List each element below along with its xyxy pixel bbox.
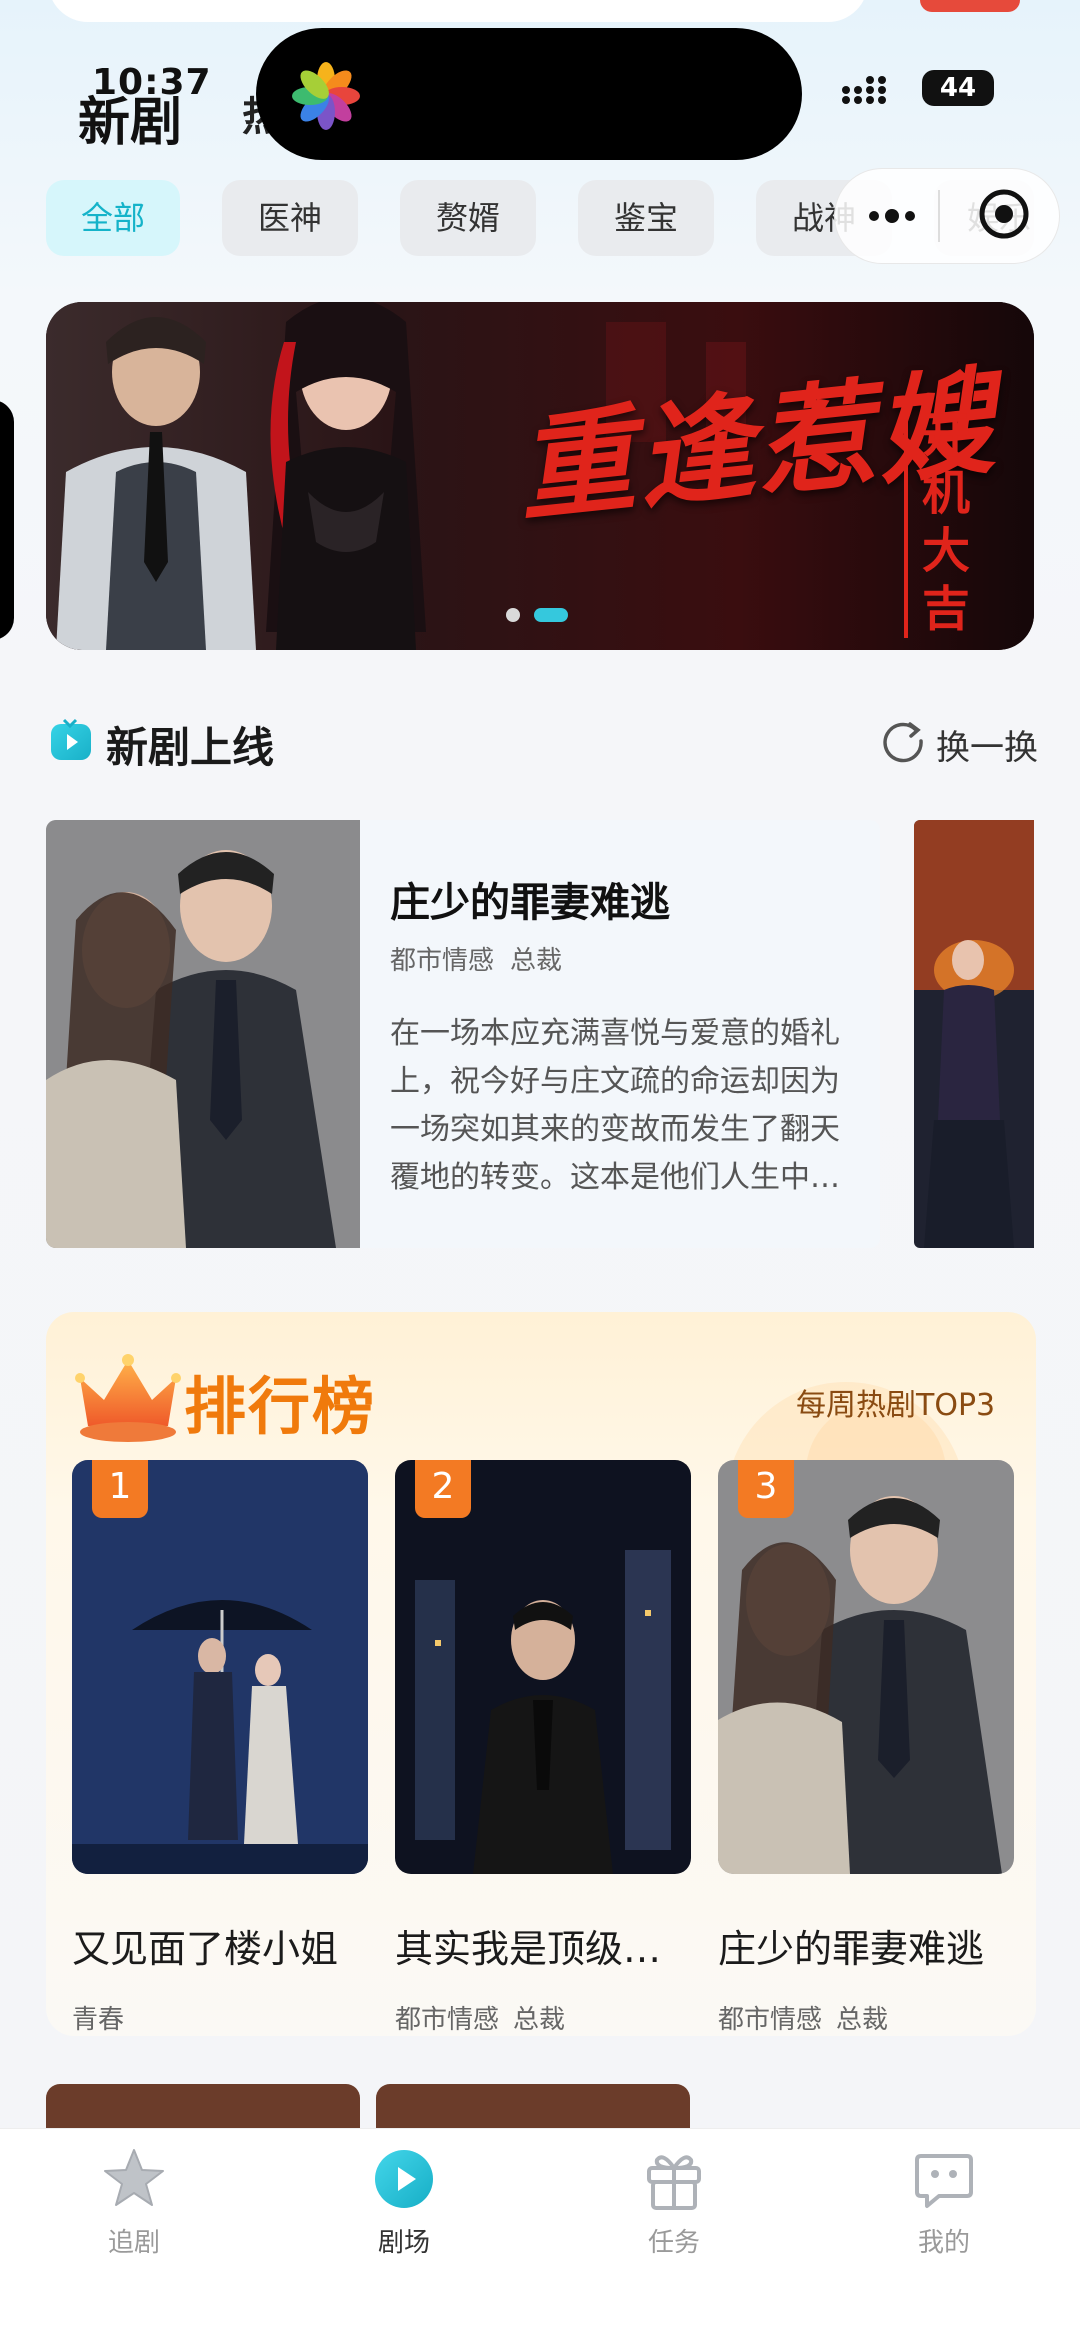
drama-poster[interactable]: 1 (72, 1460, 368, 1874)
ranking-card[interactable]: 3 庄少的罪妻难逃 都市情感 总裁 (718, 1460, 1014, 2036)
search-bar-edge (48, 0, 868, 22)
tab-profile[interactable]: 我的 (844, 2144, 1044, 2259)
tag: 总裁 (836, 2005, 889, 2035)
drama-poster[interactable]: 2 (395, 1460, 691, 1874)
page-title[interactable]: 新剧 (78, 80, 182, 155)
ranking-title: 排行榜 (184, 1370, 377, 1443)
drama-tags: 都市情感 总裁 (390, 940, 578, 977)
next-drama-poster[interactable] (914, 820, 1034, 1248)
crown-icon (75, 1354, 181, 1442)
battery-icon: 44 (922, 70, 994, 106)
tag: 总裁 (513, 2005, 566, 2035)
drama-tags: 都市情感 总裁 (718, 1999, 1014, 2036)
tab-label: 剧场 (377, 2228, 430, 2258)
tag: 都市情感 (718, 2005, 823, 2035)
category-chip[interactable]: 鉴宝 (578, 180, 714, 256)
drama-title: 庄少的罪妻难逃 (718, 1927, 985, 1971)
tag: 总裁 (510, 946, 563, 976)
rank-badge: 2 (415, 1460, 471, 1518)
drama-poster[interactable] (46, 820, 360, 1248)
drama-description: 在一场本应充满喜悦与爱意的婚礼上，祝今好与庄文疏的命运却因为一场突如其来的变故而… (390, 1016, 840, 1195)
tab-tasks[interactable]: 任务 (574, 2144, 774, 2259)
star-icon (104, 2149, 164, 2206)
category-chip[interactable]: 全部 (46, 180, 180, 256)
tag: 都市情感 (395, 2005, 500, 2035)
edge-overlay (0, 400, 14, 640)
category-chip[interactable]: 医神 (222, 180, 358, 256)
banner[interactable]: 重逢惹嫂 开机大吉 (46, 302, 1034, 650)
gift-icon[interactable] (920, 0, 1020, 12)
rank-badge: 3 (738, 1460, 794, 1518)
drama-poster[interactable]: 3 (718, 1460, 1014, 1874)
refresh-button[interactable]: 换一换 (936, 720, 1038, 769)
banner-subtitle: 开机大吉 (904, 406, 1014, 638)
tab-label: 任务 (647, 2228, 700, 2258)
photos-app-icon (292, 62, 360, 130)
more-icon[interactable] (862, 196, 922, 236)
drama-tags: 都市情感 总裁 (395, 1999, 691, 2036)
ranking-card[interactable]: 2 其实我是顶级大佬 都市情感 总裁 (395, 1460, 691, 2036)
drama-title: 又见面了楼小姐 (72, 1927, 339, 1971)
tab-follow[interactable]: 追剧 (34, 2144, 234, 2259)
category-chip[interactable]: 赘婿 (400, 180, 536, 256)
close-miniapp-icon[interactable] (976, 186, 1032, 242)
carousel-dot (506, 608, 520, 622)
tag: 青春 (72, 2005, 125, 2035)
tag: 都市情感 (390, 946, 495, 976)
refresh-icon[interactable] (880, 718, 926, 764)
play-icon (375, 2150, 433, 2208)
tv-play-icon (51, 718, 91, 760)
capsule-divider (938, 190, 940, 242)
tab-theater[interactable]: 剧场 (304, 2144, 504, 2259)
rank-badge: 1 (92, 1460, 148, 1518)
gift-icon (647, 2155, 701, 2210)
drama-tags: 青春 (72, 1999, 368, 2036)
profile-icon (915, 2154, 973, 2208)
tab-label: 我的 (917, 2228, 970, 2258)
section-title: 新剧上线 (106, 723, 275, 772)
ranking-subtitle[interactable]: 每周热剧TOP3 (796, 1380, 995, 1424)
carousel-dot-active (534, 608, 568, 622)
featured-drama-card[interactable]: 庄少的罪妻难逃 都市情感 总裁 在一场本应充满喜悦与爱意的婚礼上，祝今好与庄文疏的… (46, 820, 880, 1248)
drama-title: 其实我是顶级大佬 (395, 1927, 691, 1971)
tab-label: 追剧 (107, 2228, 160, 2258)
ranking-card[interactable]: 1 又见面了楼小姐 青春 (72, 1460, 368, 2036)
signal-icon (842, 76, 886, 104)
carousel-indicator (506, 608, 626, 622)
drama-title: 庄少的罪妻难逃 (390, 880, 670, 926)
